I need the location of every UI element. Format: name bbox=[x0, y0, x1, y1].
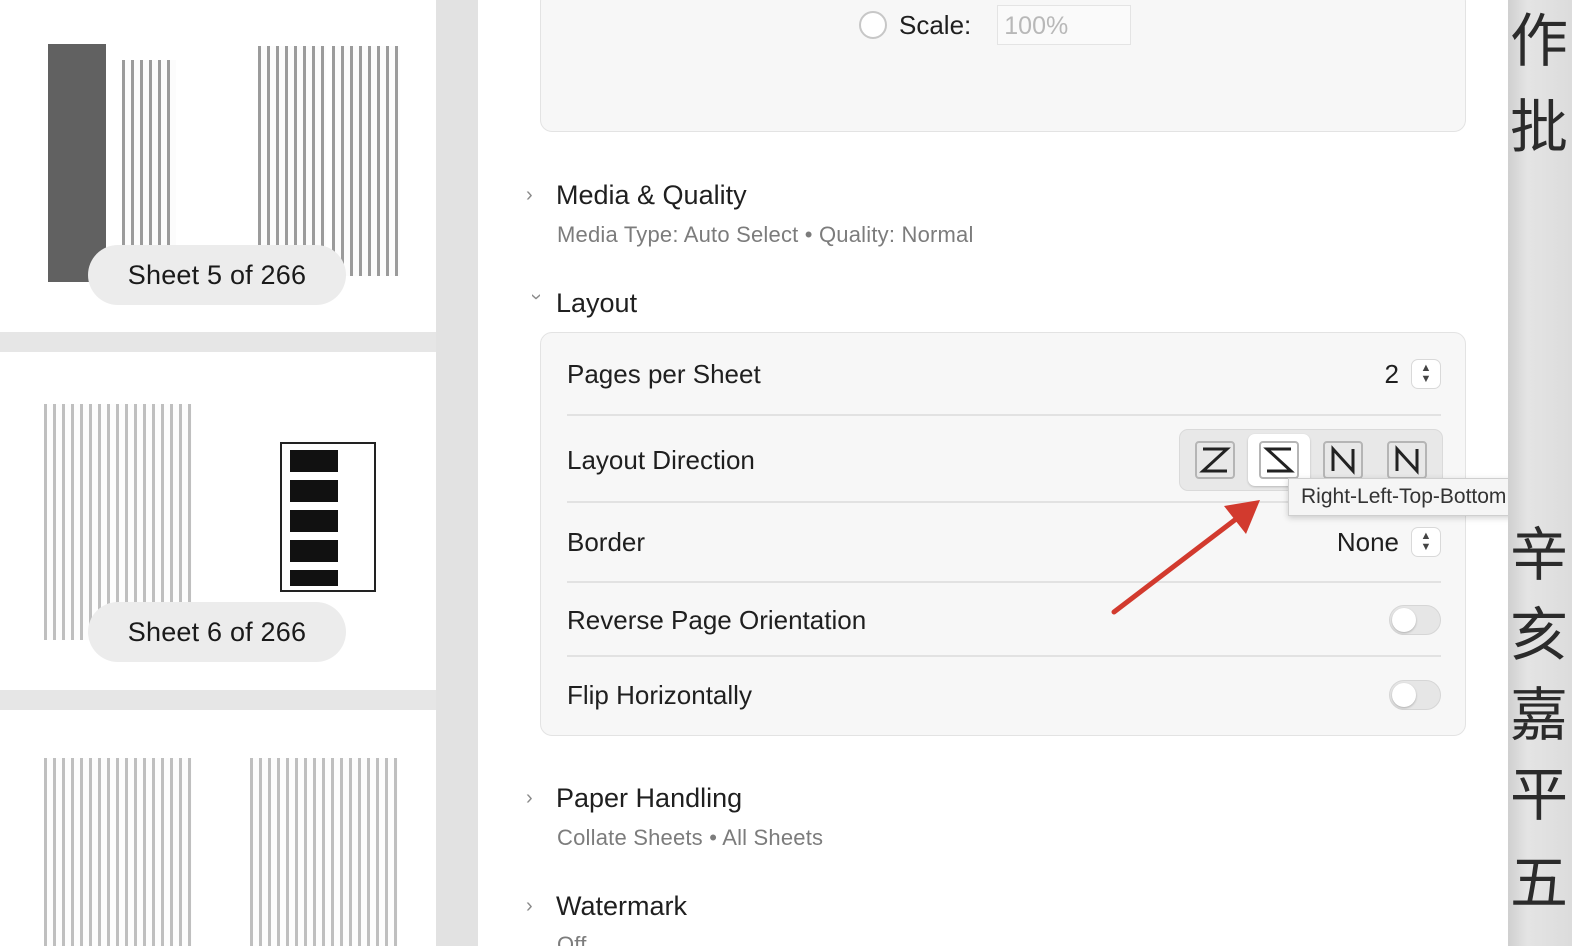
stepper-icon[interactable]: ▲ ▼ bbox=[1411, 359, 1441, 389]
row-divider bbox=[567, 414, 1441, 416]
scale-radio[interactable] bbox=[859, 11, 887, 39]
sheet-label: Sheet 5 of 266 bbox=[88, 245, 346, 305]
layout-header[interactable]: › Layout bbox=[525, 288, 638, 319]
background-char: 嘉 bbox=[1510, 681, 1569, 749]
flip-horizontally-label: Flip Horizontally bbox=[567, 679, 752, 710]
pages-per-sheet-value: 2 bbox=[1384, 358, 1399, 389]
page-thumbnail bbox=[122, 60, 176, 260]
background-char: 作 bbox=[1510, 7, 1569, 75]
reverse-orientation-row: Reverse Page Orientation bbox=[567, 583, 1441, 657]
page-thumbnail bbox=[250, 758, 398, 946]
sheet-label: Sheet 6 of 266 bbox=[88, 602, 346, 662]
reverse-orientation-toggle[interactable] bbox=[1389, 605, 1441, 635]
scale-card: Scale: 100% bbox=[540, 0, 1466, 132]
print-dialog: Sheet 5 of 266 Sheet 6 of 266 Scale: 100… bbox=[0, 0, 1572, 946]
flip-horizontally-row: Flip Horizontally bbox=[567, 657, 1441, 733]
reverse-orientation-control bbox=[1389, 605, 1441, 635]
watermark-summary: Off bbox=[557, 932, 587, 946]
scale-label: Scale: bbox=[899, 9, 972, 40]
page-thumbnail bbox=[44, 758, 192, 946]
section-title: Paper Handling bbox=[556, 783, 743, 813]
stepper-icon[interactable]: ▲ ▼ bbox=[1411, 527, 1441, 557]
background-char: 批 bbox=[1510, 93, 1569, 161]
paper-handling-summary: Collate Sheets • All Sheets bbox=[557, 825, 824, 850]
layout-direction-tooltip: Right-Left-Top-Bottom bbox=[1288, 478, 1520, 516]
page-thumbnail bbox=[332, 46, 400, 276]
scale-input[interactable]: 100% bbox=[997, 5, 1132, 45]
chevron-down-icon: › bbox=[525, 293, 548, 301]
flip-horizontally-control bbox=[1389, 680, 1441, 710]
pages-per-sheet-label: Pages per Sheet bbox=[567, 358, 761, 389]
sheet-preview-column[interactable]: Sheet 5 of 266 Sheet 6 of 266 bbox=[0, 0, 436, 946]
media-quality-summary: Media Type: Auto Select • Quality: Norma… bbox=[557, 222, 974, 247]
top-bottom-right-left-icon bbox=[1323, 441, 1363, 479]
left-right-top-bottom-button[interactable] bbox=[1184, 434, 1246, 486]
left-right-top-bottom-icon bbox=[1195, 441, 1235, 479]
watermark-header[interactable]: › Watermark bbox=[526, 891, 687, 922]
annotation-arrow bbox=[1111, 500, 1260, 615]
paper-handling-header[interactable]: › Paper Handling bbox=[526, 783, 742, 814]
section-title: Watermark bbox=[556, 891, 688, 921]
column-divider bbox=[436, 0, 478, 946]
background-char: 亥 bbox=[1510, 601, 1569, 669]
page-thumbnail bbox=[258, 46, 326, 276]
reverse-orientation-label: Reverse Page Orientation bbox=[567, 604, 867, 635]
pages-per-sheet-row: Pages per Sheet 2 ▲ ▼ bbox=[567, 333, 1441, 415]
background-char: 五 bbox=[1510, 849, 1569, 917]
background-document-strip: 作 批 辛 亥 嘉 平 五 bbox=[1508, 0, 1572, 946]
chevron-right-icon: › bbox=[526, 787, 533, 809]
background-char: 辛 bbox=[1510, 521, 1569, 589]
flip-horizontally-toggle[interactable] bbox=[1389, 680, 1441, 710]
chevron-right-icon: › bbox=[526, 184, 533, 206]
layout-card: Pages per Sheet 2 ▲ ▼ Layout Direction B… bbox=[540, 332, 1466, 736]
sheet-preview-7[interactable] bbox=[0, 710, 436, 946]
pages-per-sheet-control[interactable]: 2 ▲ ▼ bbox=[1385, 359, 1441, 390]
sheet-preview-6[interactable]: Sheet 6 of 266 bbox=[0, 352, 436, 690]
chevron-right-icon: › bbox=[526, 895, 533, 917]
page-thumbnail bbox=[280, 442, 376, 592]
page-thumbnail bbox=[48, 44, 106, 282]
right-left-top-bottom-icon bbox=[1259, 441, 1299, 479]
section-title: Media & Quality bbox=[556, 180, 747, 210]
border-value: None bbox=[1336, 526, 1399, 557]
background-char: 平 bbox=[1510, 761, 1569, 829]
section-title: Layout bbox=[556, 288, 638, 318]
layout-direction-label: Layout Direction bbox=[567, 444, 755, 475]
media-quality-header[interactable]: › Media & Quality bbox=[526, 180, 747, 211]
sheet-preview-5[interactable]: Sheet 5 of 266 bbox=[0, 0, 436, 332]
settings-panel: Scale: 100% › Media & Quality Media Type… bbox=[478, 0, 1508, 946]
top-bottom-left-right-icon bbox=[1387, 441, 1427, 479]
scale-row: Scale: 100% bbox=[859, 5, 1132, 45]
border-control[interactable]: None ▲ ▼ bbox=[1337, 527, 1441, 558]
border-label: Border bbox=[567, 526, 646, 557]
